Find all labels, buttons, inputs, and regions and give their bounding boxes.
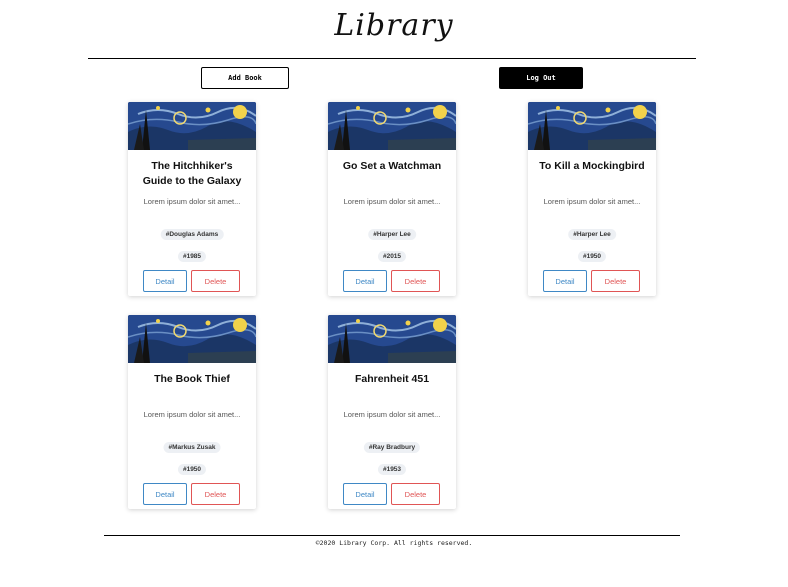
footer-divider	[104, 535, 680, 536]
book-card: The Hitchhiker's Guide to the Galaxy Lor…	[128, 102, 256, 296]
book-description: Lorem ipsum dolor sit amet...	[143, 197, 241, 206]
detail-button[interactable]: Detail	[343, 270, 387, 292]
book-card: To Kill a Mockingbird Lorem ipsum dolor …	[528, 102, 656, 296]
book-cover-image	[328, 315, 456, 363]
author-tag[interactable]: #Harper Lee	[368, 229, 416, 240]
year-tag[interactable]: #1953	[377, 464, 407, 475]
book-description: Lorem ipsum dolor sit amet...	[543, 197, 641, 206]
year-tag[interactable]: #1950	[177, 464, 207, 475]
footer-copyright: ©2020 Library Corp. All rights reserved.	[315, 539, 473, 547]
book-title: Fahrenheit 451	[354, 373, 430, 385]
page-title: Library	[334, 8, 454, 43]
book-title: The Hitchhiker's Guide to the Galaxy	[142, 160, 242, 187]
detail-button[interactable]: Detail	[143, 270, 187, 292]
year-tag[interactable]: #2015	[377, 251, 407, 262]
book-title: The Book Thief	[154, 373, 230, 385]
book-card: Go Set a Watchman Lorem ipsum dolor sit …	[328, 102, 456, 296]
book-title: To Kill a Mockingbird	[539, 160, 645, 172]
author-tag[interactable]: #Harper Lee	[568, 229, 616, 240]
book-title: Go Set a Watchman	[342, 160, 442, 172]
book-card: The Book Thief Lorem ipsum dolor sit ame…	[128, 315, 256, 509]
delete-button[interactable]: Delete	[391, 483, 440, 505]
book-cover-image	[328, 102, 456, 150]
year-tag[interactable]: #1985	[177, 251, 207, 262]
detail-button[interactable]: Detail	[343, 483, 387, 505]
add-book-button[interactable]: Add Book	[201, 67, 289, 89]
book-description: Lorem ipsum dolor sit amet...	[343, 197, 441, 206]
delete-button[interactable]: Delete	[191, 270, 240, 292]
logout-button[interactable]: Log Out	[499, 67, 583, 89]
book-description: Lorem ipsum dolor sit amet...	[343, 410, 441, 419]
delete-button[interactable]: Delete	[191, 483, 240, 505]
author-tag[interactable]: #Douglas Adams	[160, 229, 224, 240]
detail-button[interactable]: Detail	[543, 270, 587, 292]
book-cover-image	[528, 102, 656, 150]
delete-button[interactable]: Delete	[591, 270, 640, 292]
book-card: Fahrenheit 451 Lorem ipsum dolor sit ame…	[328, 315, 456, 509]
delete-button[interactable]: Delete	[391, 270, 440, 292]
book-description: Lorem ipsum dolor sit amet...	[143, 410, 241, 419]
header-divider	[88, 58, 696, 59]
book-cover-image	[128, 315, 256, 363]
year-tag[interactable]: #1950	[577, 251, 607, 262]
library-page: Library Add Book Log Out The Hitchhiker'…	[0, 0, 788, 587]
author-tag[interactable]: #Ray Bradbury	[363, 442, 421, 453]
book-cover-image	[128, 102, 256, 150]
detail-button[interactable]: Detail	[143, 483, 187, 505]
author-tag[interactable]: #Markus Zusak	[163, 442, 221, 453]
